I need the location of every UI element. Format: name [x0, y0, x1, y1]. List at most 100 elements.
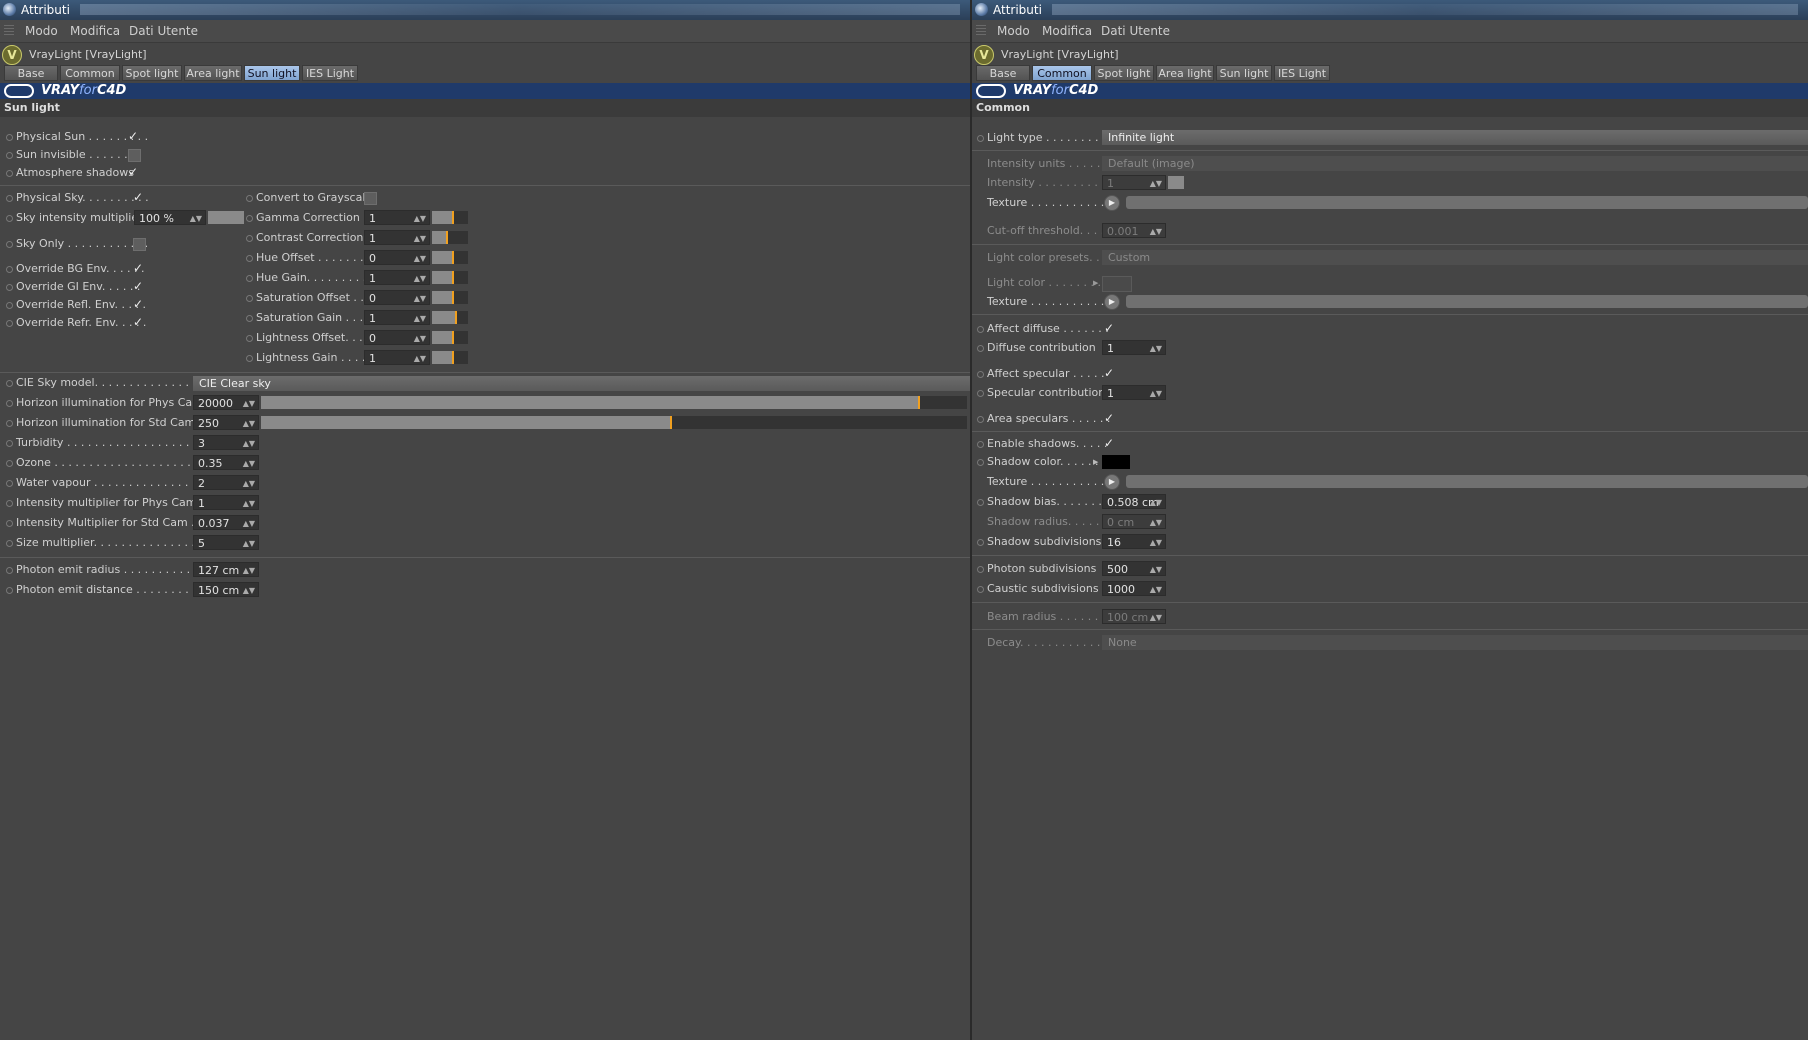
- keyframe-dot-icon[interactable]: [6, 214, 13, 222]
- sky-intensity-slider[interactable]: [208, 211, 244, 224]
- shadow-radius-field[interactable]: 0 cm ▲▼: [1102, 514, 1166, 529]
- stepper-arrows-icon[interactable]: ▲▼: [243, 476, 255, 491]
- color-presets-dropdown[interactable]: Custom: [1102, 250, 1808, 265]
- physical-sun-checkbox[interactable]: ✓: [128, 130, 139, 142]
- keyframe-dot-icon[interactable]: [977, 389, 984, 397]
- keyframe-dot-icon[interactable]: [977, 344, 984, 352]
- keyframe-dot-icon[interactable]: [6, 479, 13, 487]
- texture-slot-2[interactable]: [1126, 295, 1808, 308]
- keyframe-dot-icon[interactable]: [6, 133, 13, 141]
- stepper-arrows-icon[interactable]: ▲▼: [414, 251, 426, 266]
- keyframe-dot-icon[interactable]: [6, 240, 13, 248]
- color-param-field[interactable]: 1 ▲▼: [364, 350, 430, 365]
- color-param-field[interactable]: 0 ▲▼: [364, 290, 430, 305]
- keyframe-dot-icon[interactable]: [246, 214, 253, 222]
- keyframe-dot-icon[interactable]: [6, 283, 13, 291]
- color-param-field[interactable]: 0 ▲▼: [364, 250, 430, 265]
- keyframe-dot-icon[interactable]: [246, 314, 253, 322]
- keyframe-dot-icon[interactable]: [977, 498, 984, 506]
- intensity-field[interactable]: 1 ▲▼: [1102, 175, 1166, 190]
- color-param-slider[interactable]: [432, 231, 468, 244]
- color-param-slider[interactable]: [432, 311, 468, 324]
- keyframe-dot-icon[interactable]: [6, 194, 13, 202]
- keyframe-dot-icon[interactable]: [246, 234, 253, 242]
- texture-slot-3[interactable]: [1126, 475, 1808, 488]
- keyframe-dot-icon[interactable]: [246, 294, 253, 302]
- photon-param-field[interactable]: 150 cm ▲▼: [193, 582, 259, 597]
- atmosphere-param-field[interactable]: 0.037 ▲▼: [193, 515, 259, 530]
- keyframe-dot-icon[interactable]: [6, 439, 13, 447]
- stepper-arrows-icon[interactable]: ▲▼: [1150, 582, 1162, 597]
- stepper-arrows-icon[interactable]: ▲▼: [1150, 535, 1162, 550]
- stepper-arrows-icon[interactable]: ▲▼: [1150, 495, 1162, 510]
- stepper-arrows-icon[interactable]: ▲▼: [414, 291, 426, 306]
- stepper-arrows-icon[interactable]: ▲▼: [243, 436, 255, 451]
- keyframe-dot-icon[interactable]: [6, 301, 13, 309]
- stepper-arrows-icon[interactable]: ▲▼: [243, 516, 255, 531]
- stepper-arrows-icon[interactable]: ▲▼: [1150, 176, 1162, 191]
- atmosphere-param-slider[interactable]: [261, 396, 967, 409]
- keyframe-dot-icon[interactable]: [977, 538, 984, 546]
- stepper-arrows-icon[interactable]: ▲▼: [243, 536, 255, 551]
- override-gi-checkbox[interactable]: ✓: [133, 280, 144, 292]
- shadow-bias-field[interactable]: 0.508 cm ▲▼: [1102, 494, 1166, 509]
- atmosphere-param-field[interactable]: 3 ▲▼: [193, 435, 259, 450]
- color-param-field[interactable]: 1 ▲▼: [364, 210, 430, 225]
- cie-sky-model-dropdown[interactable]: CIE Clear sky: [193, 376, 970, 391]
- caustic-subdivisions-field[interactable]: 1000 ▲▼: [1102, 581, 1166, 596]
- diffuse-contribution-field[interactable]: 1 ▲▼: [1102, 340, 1166, 355]
- shadow-color-swatch[interactable]: [1102, 455, 1130, 469]
- keyframe-dot-icon[interactable]: [6, 459, 13, 467]
- keyframe-dot-icon[interactable]: [6, 519, 13, 527]
- stepper-arrows-icon[interactable]: ▲▼: [1150, 341, 1162, 356]
- keyframe-dot-icon[interactable]: [246, 254, 253, 262]
- keyframe-dot-icon[interactable]: [6, 419, 13, 427]
- stepper-arrows-icon[interactable]: ▲▼: [1150, 386, 1162, 401]
- beam-radius-field[interactable]: 100 cm ▲▼: [1102, 609, 1166, 624]
- photon-subdivisions-field[interactable]: 500 ▲▼: [1102, 561, 1166, 576]
- stepper-arrows-icon[interactable]: ▲▼: [414, 351, 426, 366]
- color-param-field[interactable]: 0 ▲▼: [364, 330, 430, 345]
- keyframe-dot-icon[interactable]: [6, 539, 13, 547]
- keyframe-dot-icon[interactable]: [6, 566, 13, 574]
- keyframe-dot-icon[interactable]: [6, 399, 13, 407]
- override-refr-checkbox[interactable]: ✓: [133, 316, 144, 328]
- keyframe-dot-icon[interactable]: [6, 319, 13, 327]
- stepper-arrows-icon[interactable]: ▲▼: [414, 231, 426, 246]
- keyframe-dot-icon[interactable]: [246, 354, 253, 362]
- affect-diffuse-checkbox[interactable]: ✓: [1104, 322, 1115, 334]
- atmosphere-shadows-checkbox[interactable]: ✓: [128, 166, 139, 178]
- stepper-arrows-icon[interactable]: ▲▼: [1150, 562, 1162, 577]
- stepper-arrows-icon[interactable]: ▲▼: [1150, 224, 1162, 239]
- stepper-arrows-icon[interactable]: ▲▼: [1150, 515, 1162, 530]
- texture-menu-icon[interactable]: ▶: [1104, 294, 1120, 310]
- grayscale-checkbox[interactable]: [364, 192, 377, 205]
- color-param-slider[interactable]: [432, 291, 468, 304]
- stepper-arrows-icon[interactable]: ▲▼: [1150, 610, 1162, 625]
- keyframe-dot-icon[interactable]: [977, 440, 984, 448]
- physical-sky-checkbox[interactable]: ✓: [133, 191, 144, 203]
- stepper-arrows-icon[interactable]: ▲▼: [243, 396, 255, 411]
- atmosphere-param-field[interactable]: 0.35 ▲▼: [193, 455, 259, 470]
- color-param-field[interactable]: 1 ▲▼: [364, 310, 430, 325]
- color-param-slider[interactable]: [432, 331, 468, 344]
- light-color-swatch[interactable]: [1102, 276, 1132, 292]
- keyframe-dot-icon[interactable]: [977, 565, 984, 573]
- stepper-arrows-icon[interactable]: ▲▼: [243, 496, 255, 511]
- keyframe-dot-icon[interactable]: [977, 458, 984, 466]
- stepper-arrows-icon[interactable]: ▲▼: [414, 211, 426, 226]
- intensity-slider[interactable]: [1168, 176, 1184, 189]
- color-param-slider[interactable]: [432, 271, 468, 284]
- photon-param-field[interactable]: 127 cm ▲▼: [193, 562, 259, 577]
- atmosphere-param-field[interactable]: 2 ▲▼: [193, 475, 259, 490]
- keyframe-dot-icon[interactable]: [6, 586, 13, 594]
- sky-only-checkbox[interactable]: [133, 238, 146, 251]
- expand-arrow-icon[interactable]: ▶: [1093, 275, 1098, 291]
- texture-menu-icon[interactable]: ▶: [1104, 195, 1120, 211]
- keyframe-dot-icon[interactable]: [977, 134, 984, 142]
- keyframe-dot-icon[interactable]: [6, 151, 13, 159]
- keyframe-dot-icon[interactable]: [246, 194, 253, 202]
- stepper-arrows-icon[interactable]: ▲▼: [243, 583, 255, 598]
- color-param-slider[interactable]: [432, 351, 468, 364]
- keyframe-dot-icon[interactable]: [6, 169, 13, 177]
